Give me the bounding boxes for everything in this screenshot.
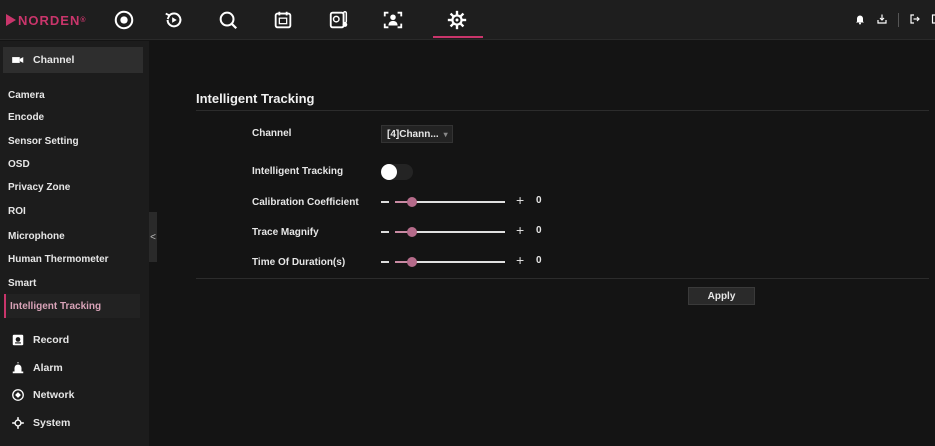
logout-icon[interactable] [909,13,921,28]
trace-magnify-slider: + 0 [381,222,551,239]
time-of-duration-label: Time Of Duration(s) [252,257,346,268]
sidebar-item-intelligent-tracking[interactable]: Intelligent Tracking [4,294,140,318]
sidebar-section-system[interactable]: System [3,410,143,436]
trace-magnify-value: 0 [536,225,542,236]
intelligent-tracking-label: Intelligent Tracking [252,166,344,177]
fullscreen-icon[interactable] [931,13,935,28]
sidebar-item-camera[interactable]: Camera [8,85,45,105]
sidebar-item-human-thermometer[interactable]: Human Thermometer [8,249,109,269]
sidebar-item-encode[interactable]: Encode [8,107,44,127]
alarm-icon [12,362,24,374]
network-icon [12,389,24,401]
sidebar-item-microphone[interactable]: Microphone [8,226,65,246]
calendar-icon[interactable] [270,7,296,33]
thermometer-icon[interactable] [326,7,352,33]
record-icon [12,334,24,346]
active-nav-indicator [433,36,483,38]
form-divider [196,278,929,279]
page-title: Intelligent Tracking [196,91,315,106]
sidebar: Channel Camera Encode Sensor Setting OSD… [0,41,149,446]
gear-icon [12,417,24,429]
live-view-icon[interactable] [111,7,137,33]
trace-magnify-label: Trace Magnify [252,227,319,238]
increase-button[interactable]: + [516,222,524,238]
brand-logo: NORDEN ® [6,10,87,30]
increase-button[interactable]: + [516,192,524,208]
sidebar-section-channel[interactable]: Channel [3,47,143,73]
sidebar-section-network[interactable]: Network [3,382,143,408]
sidebar-section-label: Network [33,389,75,401]
sidebar-section-label: System [33,417,71,429]
sidebar-item-sensor-setting[interactable]: Sensor Setting [8,131,79,151]
chevron-down-icon: ▾ [443,129,448,139]
calibration-coefficient-label: Calibration Coefficient [252,197,359,208]
sidebar-section-record[interactable]: Record [3,327,143,353]
sidebar-item-roi[interactable]: ROI [8,201,26,221]
sidebar-section-label: Record [33,334,70,346]
decrease-button[interactable] [381,231,389,233]
channel-select-value: [4]Chann... [387,128,439,140]
channel-select[interactable]: [4]Chann... ▾ [381,125,453,143]
apply-button[interactable]: Apply [688,287,755,305]
slider-thumb[interactable] [406,197,417,207]
sidebar-item-smart[interactable]: Smart [8,273,36,293]
top-right-tools [854,13,935,27]
brand-reg-mark: ® [80,16,87,24]
download-icon[interactable] [876,13,888,28]
sidebar-section-alarm[interactable]: Alarm [3,355,143,381]
sidebar-collapse-button[interactable]: < [149,212,157,262]
gear-icon[interactable] [444,7,470,33]
sidebar-section-label: Channel [33,54,75,66]
sidebar-section-label: Alarm [33,362,63,374]
toolbar-divider [898,13,899,27]
camera-icon [12,57,24,63]
brand-name: NORDEN [18,12,81,28]
toggle-knob [381,164,397,180]
top-bar: NORDEN ® [0,0,935,40]
decrease-button[interactable] [381,201,389,203]
logo-arrow-icon [6,14,16,26]
decrease-button[interactable] [381,261,389,263]
calibration-coefficient-slider: + 0 [381,192,551,209]
time-of-duration-value: 0 [536,255,542,266]
increase-button[interactable]: + [516,252,524,268]
intelligent-tracking-toggle[interactable] [381,164,413,180]
sidebar-item-osd[interactable]: OSD [8,154,30,174]
playback-icon[interactable] [161,7,187,33]
bell-icon[interactable] [854,13,866,28]
face-scan-icon[interactable] [380,7,406,33]
search-icon[interactable] [215,7,241,33]
calibration-coefficient-value: 0 [536,195,542,206]
title-divider [196,110,929,111]
channel-label: Channel [252,128,292,139]
slider-thumb[interactable] [406,257,417,267]
sidebar-item-privacy-zone[interactable]: Privacy Zone [8,177,70,197]
time-of-duration-slider: + 0 [381,252,551,269]
slider-thumb[interactable] [406,227,417,237]
